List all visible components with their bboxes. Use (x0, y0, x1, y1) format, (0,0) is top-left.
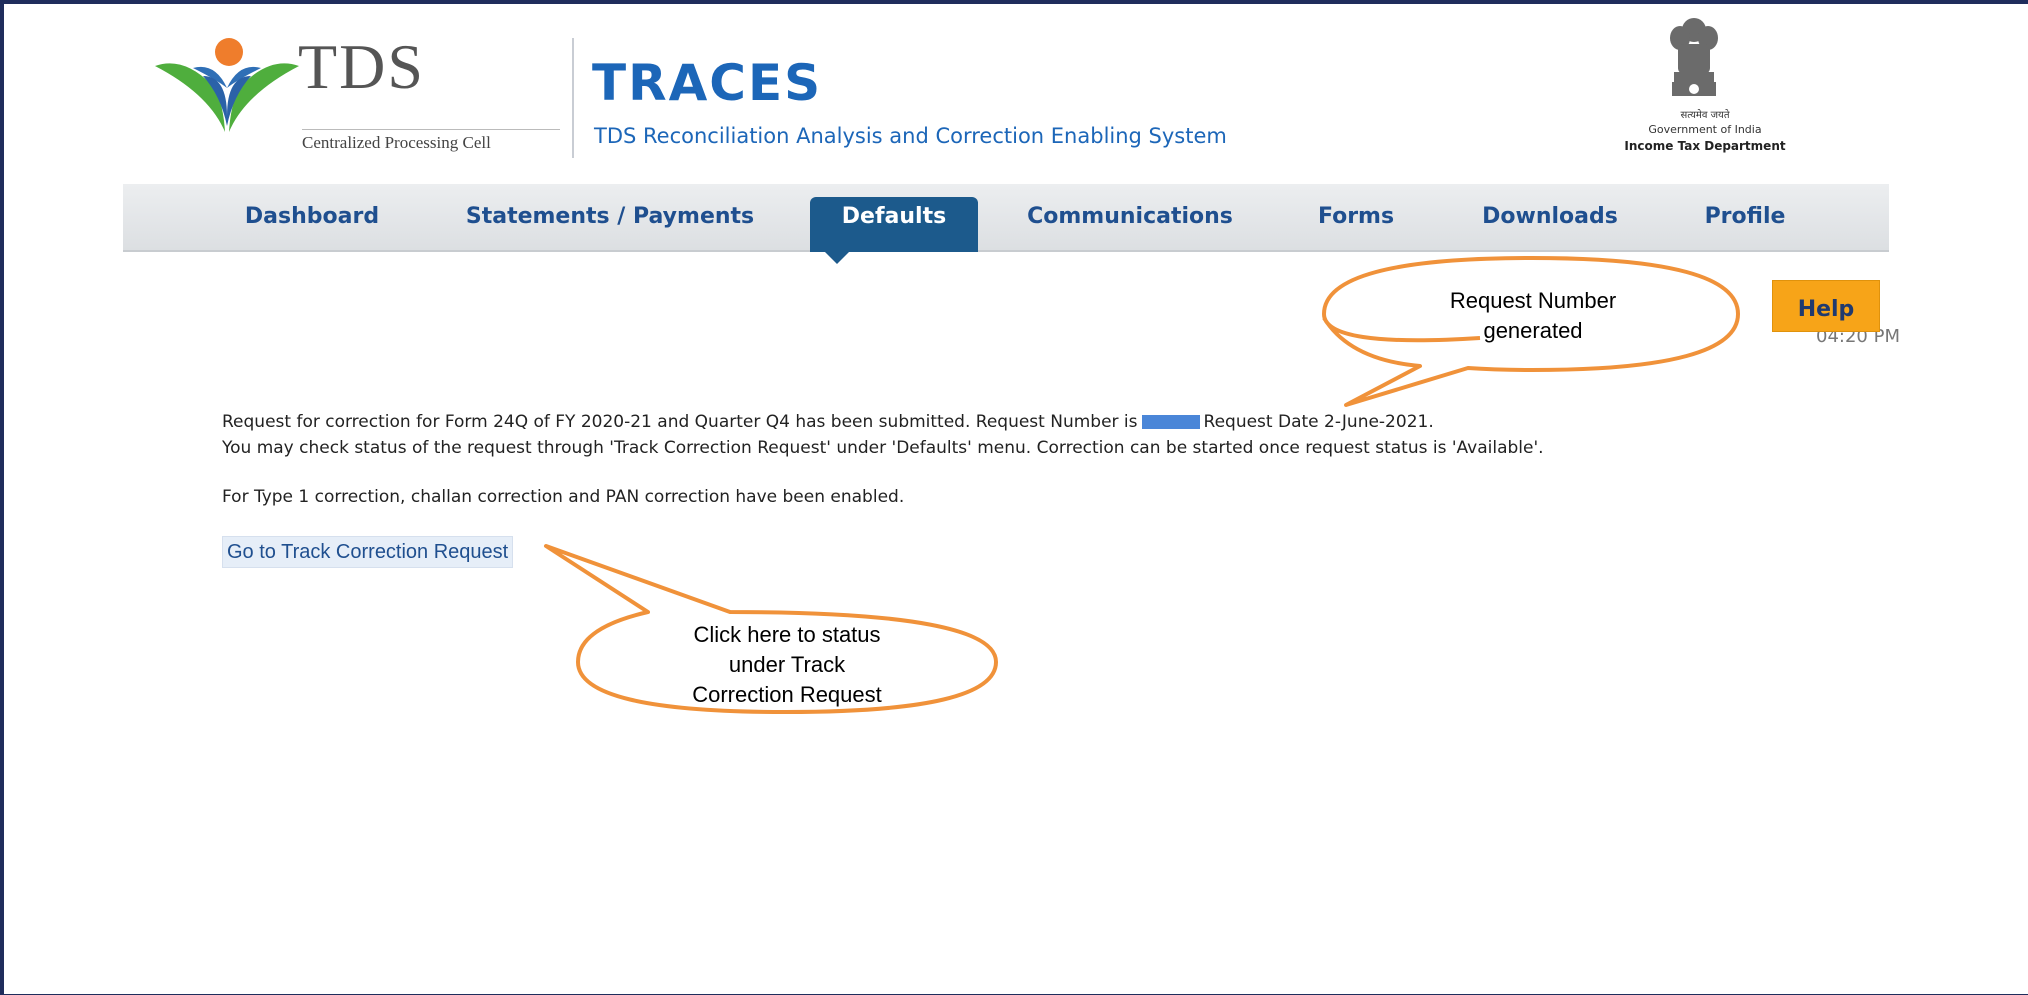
correction-types-message: For Type 1 correction, challan correctio… (222, 487, 905, 507)
nav-profile[interactable]: Profile (1690, 186, 1800, 248)
gov-india-label: Government of India (1648, 123, 1762, 136)
redacted-request-number (1141, 415, 1200, 429)
income-tax-dept-label: Income Tax Department (1624, 139, 1786, 153)
page: TDS Centralized Processing Cell TRACES T… (0, 0, 2028, 995)
submission-message: Request for correction for Form 24Q of F… (222, 412, 1434, 432)
tds-subtitle: Centralized Processing Cell (302, 129, 560, 153)
callout-request-number-text: Request Number generated (1390, 286, 1676, 346)
header-divider (572, 38, 574, 158)
submission-message-part2: Request Date 2-June-2021. (1203, 412, 1434, 432)
nav-forms[interactable]: Forms (1300, 186, 1412, 248)
traces-title: TRACES (592, 54, 823, 112)
callout-track-link-line1: Click here to status (693, 622, 881, 647)
traces-subtitle: TDS Reconciliation Analysis and Correcti… (594, 124, 1227, 148)
tds-logo-icon (155, 38, 299, 132)
tds-logo-text: TDS (298, 31, 425, 102)
nav-dashboard[interactable]: Dashboard (232, 186, 392, 248)
callout-track-link-text: Click here to status under Track Correct… (640, 620, 934, 710)
national-emblem-icon (1670, 18, 1718, 96)
callout-request-number-line2: generated (1483, 318, 1583, 343)
nav-statements-payments[interactable]: Statements / Payments (460, 186, 760, 248)
track-correction-request-link[interactable]: Go to Track Correction Request (222, 536, 514, 568)
callout-track-link-line2: under Track (728, 652, 846, 677)
nav-downloads[interactable]: Downloads (1470, 186, 1630, 248)
nav-defaults[interactable]: Defaults (810, 186, 978, 248)
nav-active-indicator (824, 251, 850, 264)
emblem-motto: सत्यमेव जयते (1680, 110, 1730, 121)
callout-track-link-line3: Correction Request (692, 682, 882, 707)
status-check-message: You may check status of the request thro… (222, 438, 1544, 458)
help-button[interactable]: Help (1772, 280, 1880, 332)
submission-message-part1: Request for correction for Form 24Q of F… (222, 412, 1138, 432)
nav-communications[interactable]: Communications (1015, 186, 1245, 248)
callout-request-number-line1: Request Number (1449, 288, 1617, 313)
